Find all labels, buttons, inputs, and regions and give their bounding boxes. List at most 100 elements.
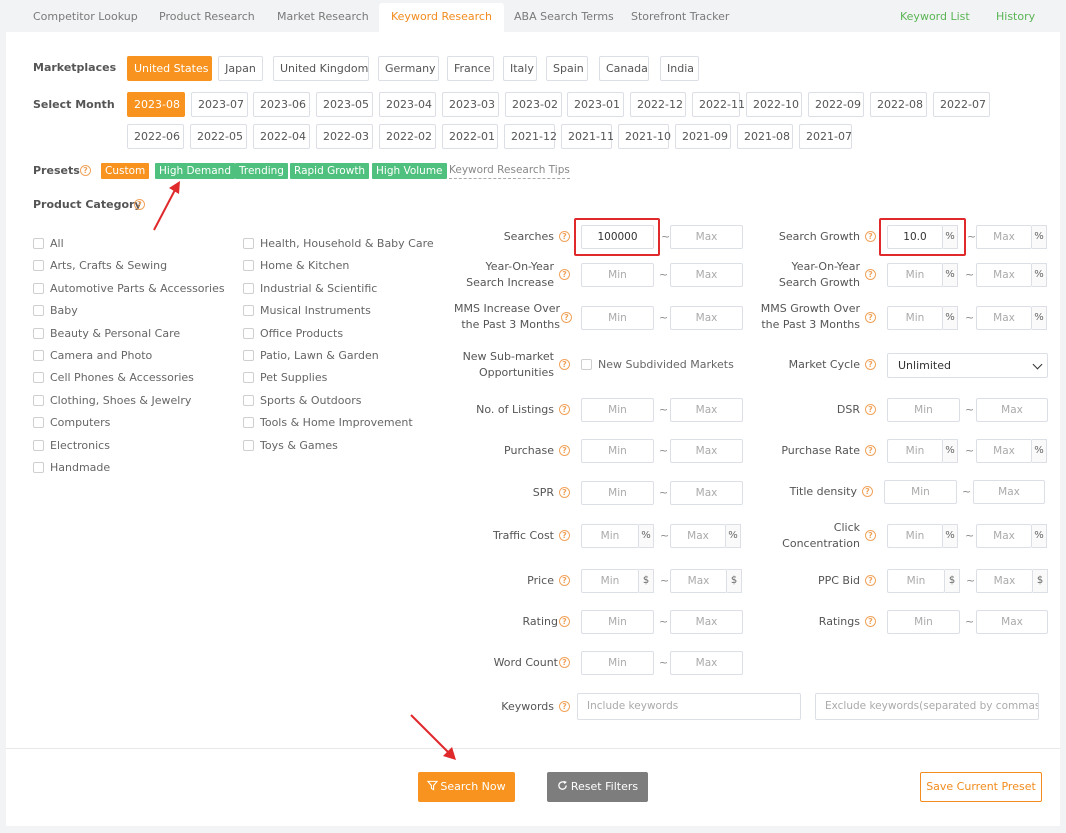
- ppc-bid-max-input[interactable]: Max: [976, 569, 1033, 593]
- category-checkbox[interactable]: Sports & Outdoors: [243, 394, 361, 408]
- checkbox-icon[interactable]: [243, 372, 254, 384]
- category-checkbox[interactable]: Beauty & Personal Care: [33, 327, 180, 341]
- checkbox-icon[interactable]: [33, 327, 44, 339]
- marketplace-chip[interactable]: India: [660, 56, 699, 81]
- month-chip[interactable]: 2022-05: [190, 124, 247, 149]
- help-icon[interactable]: ?: [559, 701, 570, 712]
- click-conc-max-input[interactable]: Max: [976, 524, 1032, 548]
- month-chip[interactable]: 2022-09: [808, 92, 864, 117]
- checkbox-icon[interactable]: [243, 327, 254, 339]
- ratings-min-input[interactable]: Min: [887, 610, 960, 634]
- month-chip[interactable]: 2023-07: [191, 92, 248, 117]
- checkbox-icon[interactable]: [243, 305, 254, 317]
- month-chip[interactable]: 2021-09: [675, 124, 731, 149]
- month-chip[interactable]: 2021-07: [799, 124, 852, 149]
- market-cycle-select[interactable]: Unlimited: [887, 353, 1048, 378]
- title-density-max-input[interactable]: Max: [973, 480, 1045, 504]
- help-icon[interactable]: ?: [559, 445, 570, 456]
- checkbox-icon[interactable]: [243, 282, 254, 294]
- month-chip[interactable]: 2022-12: [630, 92, 686, 117]
- month-chip[interactable]: 2022-04: [253, 124, 310, 149]
- preset-high-volume[interactable]: High Volume: [372, 163, 447, 179]
- marketplace-chip[interactable]: United Kingdom: [273, 56, 369, 81]
- help-icon[interactable]: ?: [559, 575, 570, 586]
- help-icon[interactable]: ?: [865, 269, 876, 280]
- save-current-preset-button[interactable]: Save Current Preset: [920, 772, 1042, 802]
- tab-storefront-tracker[interactable]: Storefront Tracker: [631, 10, 729, 32]
- listings-max-input[interactable]: Max: [670, 398, 743, 422]
- category-checkbox[interactable]: Home & Kitchen: [243, 259, 349, 273]
- category-checkbox[interactable]: Tools & Home Improvement: [243, 416, 413, 430]
- month-chip[interactable]: 2022-02: [379, 124, 436, 149]
- dsr-min-input[interactable]: Min: [887, 398, 960, 422]
- help-icon[interactable]: ?: [134, 199, 145, 210]
- rating-min-input[interactable]: Min: [581, 610, 654, 634]
- help-icon[interactable]: ?: [865, 575, 876, 586]
- history-link[interactable]: History: [996, 10, 1035, 32]
- month-chip[interactable]: 2021-12: [504, 124, 557, 149]
- tab-aba-search-terms[interactable]: ABA Search Terms: [514, 10, 614, 32]
- month-chip[interactable]: 2023-05: [316, 92, 373, 117]
- month-chip[interactable]: 2021-08: [737, 124, 793, 149]
- category-checkbox[interactable]: All: [33, 237, 64, 251]
- tab-competitor-lookup[interactable]: Competitor Lookup: [33, 10, 138, 32]
- help-icon[interactable]: ?: [865, 404, 876, 415]
- rating-max-input[interactable]: Max: [670, 610, 743, 634]
- traffic-cost-min-input[interactable]: Min: [581, 524, 639, 548]
- help-icon[interactable]: ?: [865, 231, 876, 242]
- checkbox-icon[interactable]: [33, 439, 44, 451]
- tab-keyword-research[interactable]: Keyword Research: [379, 3, 504, 33]
- category-checkbox[interactable]: Industrial & Scientific: [243, 282, 377, 296]
- marketplace-chip[interactable]: Germany: [378, 56, 439, 81]
- checkbox-icon[interactable]: [243, 439, 254, 451]
- reset-filters-button[interactable]: Reset Filters: [547, 772, 648, 802]
- mms-increase-max-input[interactable]: Max: [670, 306, 743, 330]
- category-checkbox[interactable]: Patio, Lawn & Garden: [243, 349, 379, 363]
- help-icon[interactable]: ?: [865, 312, 876, 323]
- searches-max-input[interactable]: Max: [670, 225, 743, 249]
- month-chip[interactable]: 2022-01: [442, 124, 498, 149]
- month-chip[interactable]: 2023-01: [567, 92, 624, 117]
- preset-rapid-growth[interactable]: Rapid Growth: [290, 163, 370, 179]
- marketplace-chip[interactable]: Japan: [218, 56, 263, 81]
- category-checkbox[interactable]: Health, Household & Baby Care: [243, 237, 434, 251]
- month-chip[interactable]: 2022-08: [870, 92, 927, 117]
- help-icon[interactable]: ?: [865, 616, 876, 627]
- category-checkbox[interactable]: Toys & Games: [243, 439, 338, 453]
- marketplace-chip[interactable]: France: [447, 56, 494, 81]
- checkbox-icon[interactable]: [33, 394, 44, 406]
- spr-max-input[interactable]: Max: [670, 481, 743, 505]
- marketplace-chip[interactable]: Italy: [503, 56, 537, 81]
- yoy-growth-min-input[interactable]: Min: [887, 263, 943, 287]
- month-chip[interactable]: 2023-03: [442, 92, 499, 117]
- checkbox-icon[interactable]: [581, 359, 592, 370]
- search-now-button[interactable]: Search Now: [418, 772, 515, 802]
- checkbox-icon[interactable]: [33, 305, 44, 317]
- help-icon[interactable]: ?: [559, 616, 570, 627]
- checkbox-icon[interactable]: [243, 238, 254, 249]
- word-count-max-input[interactable]: Max: [670, 651, 743, 675]
- checkbox-icon[interactable]: [33, 282, 44, 294]
- checkbox-icon[interactable]: [33, 462, 44, 473]
- purchase-rate-min-input[interactable]: Min: [887, 439, 943, 463]
- help-icon[interactable]: ?: [862, 486, 873, 497]
- click-conc-min-input[interactable]: Min: [887, 524, 943, 548]
- checkbox-icon[interactable]: [243, 394, 254, 406]
- category-checkbox[interactable]: Computers: [33, 416, 110, 430]
- marketplace-chip[interactable]: Spain: [546, 56, 588, 81]
- keyword-research-tips-link[interactable]: Keyword Research Tips: [449, 163, 570, 179]
- checkbox-icon[interactable]: [243, 350, 254, 361]
- category-checkbox[interactable]: Musical Instruments: [243, 304, 371, 318]
- help-icon[interactable]: ?: [559, 269, 570, 280]
- yoy-growth-max-input[interactable]: Max: [976, 263, 1032, 287]
- checkbox-icon[interactable]: [33, 372, 44, 384]
- exclude-keywords-input[interactable]: Exclude keywords(separated by commas): [815, 693, 1039, 720]
- help-icon[interactable]: ?: [559, 404, 570, 415]
- help-icon[interactable]: ?: [561, 312, 572, 323]
- keyword-list-link[interactable]: Keyword List: [900, 10, 970, 32]
- category-checkbox[interactable]: Clothing, Shoes & Jewelry: [33, 394, 191, 408]
- tab-product-research[interactable]: Product Research: [159, 10, 255, 32]
- checkbox-icon[interactable]: [33, 260, 44, 272]
- category-checkbox[interactable]: Handmade: [33, 461, 110, 475]
- ratings-max-input[interactable]: Max: [976, 610, 1048, 634]
